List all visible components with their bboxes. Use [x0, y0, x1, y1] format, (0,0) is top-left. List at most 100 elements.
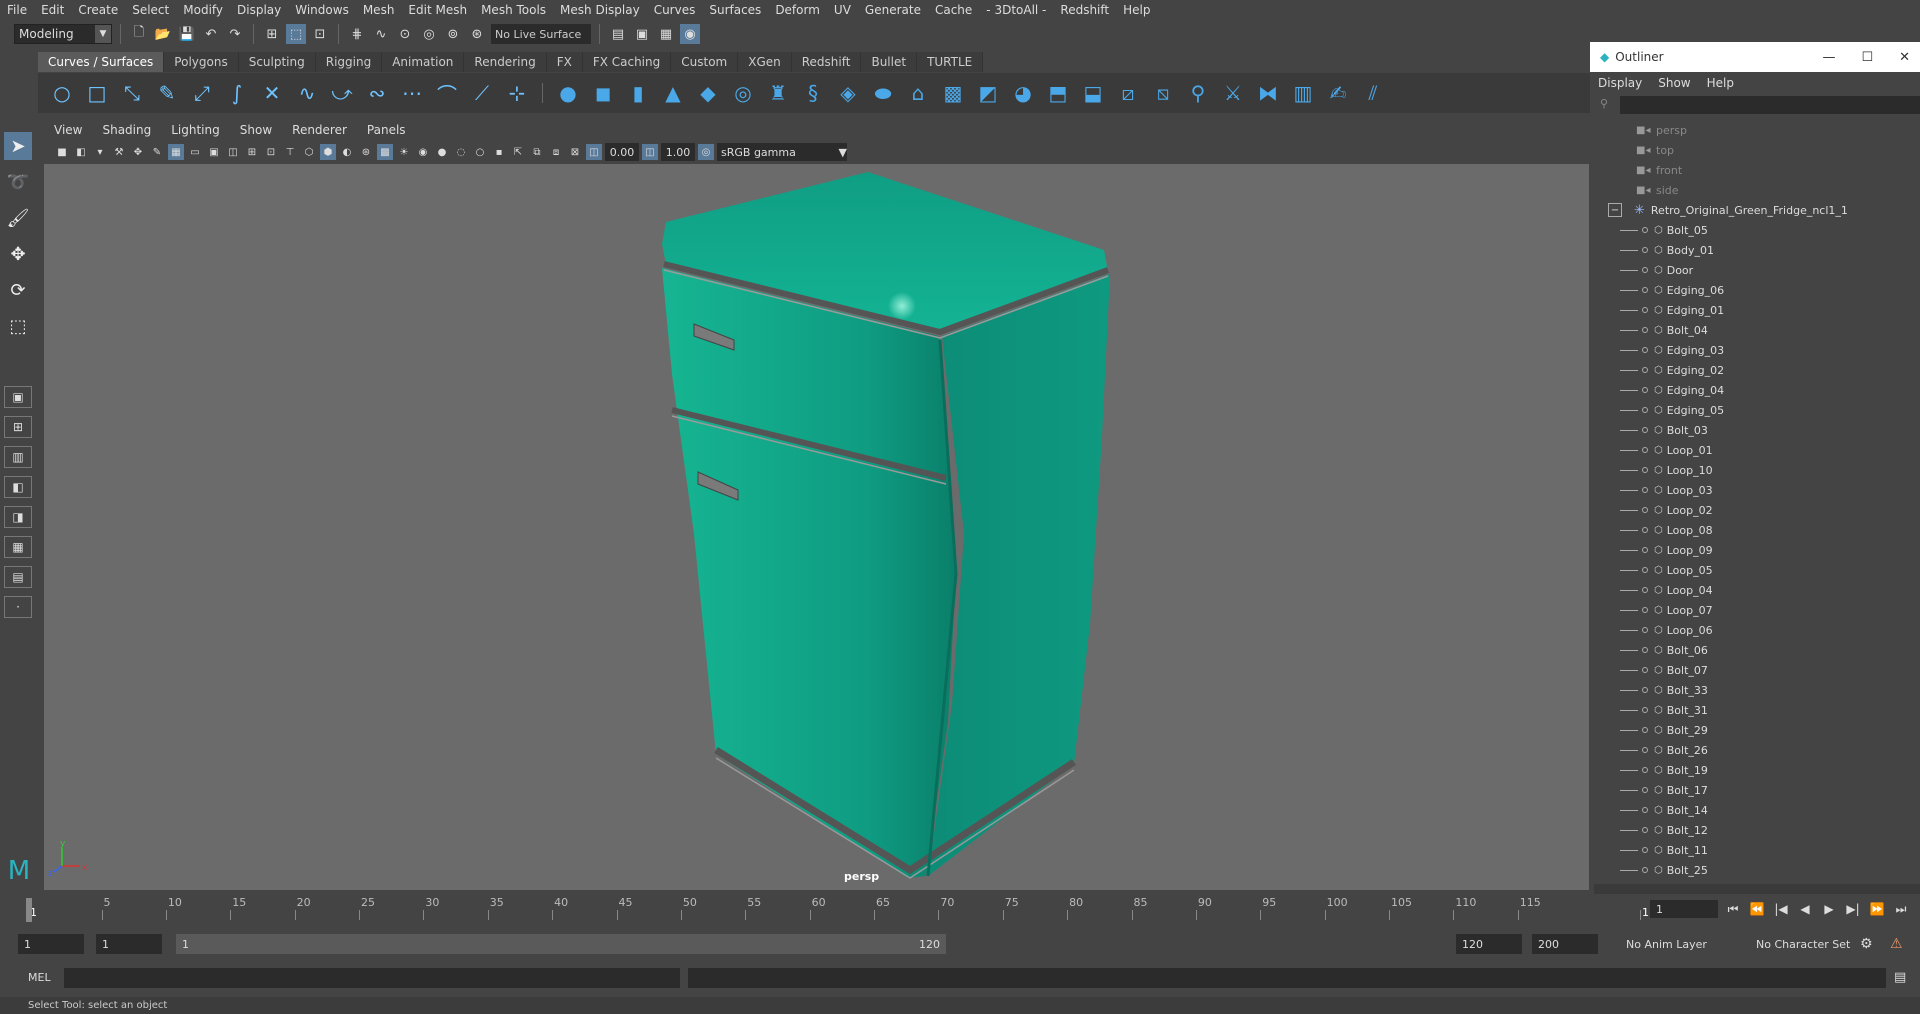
select-object-icon[interactable]: ⬚: [286, 24, 306, 44]
expand-icon[interactable]: [1642, 607, 1648, 613]
outliner-item[interactable]: ⬡ Loop_03: [1594, 480, 1920, 500]
extrude-icon[interactable]: ⬬: [869, 79, 897, 107]
shelf-tab-rendering[interactable]: Rendering: [464, 52, 547, 72]
expand-icon[interactable]: [1642, 487, 1648, 493]
color-management-icon[interactable]: ◎: [698, 144, 714, 160]
bevel-icon[interactable]: ◕: [1009, 79, 1037, 107]
range-bar[interactable]: 1 120: [176, 934, 946, 954]
gamma-field[interactable]: 1.00: [661, 143, 695, 161]
resolution-gate-icon[interactable]: ▣: [206, 144, 222, 160]
side-by-side-icon[interactable]: ▥: [4, 446, 32, 468]
default-material-icon[interactable]: ◐: [339, 144, 355, 160]
shadows-icon[interactable]: ◉: [415, 144, 431, 160]
expand-icon[interactable]: [1642, 547, 1648, 553]
viewport-menu-show[interactable]: Show: [230, 123, 282, 137]
nurbs-cylinder-icon[interactable]: ▮: [624, 79, 652, 107]
rotate-tool-icon[interactable]: ⟳: [4, 276, 32, 304]
menu-mesh-display[interactable]: Mesh Display: [553, 3, 647, 17]
textured-icon[interactable]: ▩: [377, 144, 393, 160]
outliner-camera-side[interactable]: ■◂ side: [1594, 180, 1920, 200]
step-back-key-icon[interactable]: ⏪: [1748, 902, 1766, 916]
outliner-item[interactable]: ⬡ Bolt_11: [1594, 840, 1920, 860]
outliner-item[interactable]: ⬡ Door: [1594, 260, 1920, 280]
current-frame-field[interactable]: 1: [1650, 900, 1718, 918]
outliner-item[interactable]: ⬡ Bolt_33: [1594, 680, 1920, 700]
script-editor-icon[interactable]: ▤: [1894, 970, 1906, 985]
expand-icon[interactable]: [1642, 407, 1648, 413]
xray-components-icon[interactable]: ⊠: [567, 144, 583, 160]
expand-icon[interactable]: [1642, 707, 1648, 713]
snap-grid-icon[interactable]: ⋕: [347, 24, 367, 44]
snap-point-icon[interactable]: ⊙: [395, 24, 415, 44]
2d-pan-icon[interactable]: ✥: [130, 144, 146, 160]
rebuild-surface-icon[interactable]: ⫽: [1359, 79, 1387, 107]
nurbs-plane-icon[interactable]: ◆: [694, 79, 722, 107]
outliner-item[interactable]: ⬡ Bolt_14: [1594, 800, 1920, 820]
expand-icon[interactable]: [1642, 287, 1648, 293]
menu-3dtoall[interactable]: - 3DtoAll -: [979, 3, 1053, 17]
viewport-menu-view[interactable]: View: [44, 123, 92, 137]
snap-curve-icon[interactable]: ∿: [371, 24, 391, 44]
outliner-item[interactable]: ⬡ Bolt_17: [1594, 780, 1920, 800]
viewport-menu-lighting[interactable]: Lighting: [161, 123, 230, 137]
go-to-end-icon[interactable]: ⏭: [1892, 902, 1910, 917]
outliner-item[interactable]: ⬡ Loop_05: [1594, 560, 1920, 580]
outliner-item[interactable]: ⬡ Bolt_25: [1594, 860, 1920, 880]
move-tool-icon[interactable]: ✥: [4, 240, 32, 268]
outliner-menu-help[interactable]: Help: [1699, 76, 1742, 90]
time-slider[interactable]: 1 5 10 15 20 25 30 35 40 45 50 55 60 65 70 75 80 85 90 95 10…: [20, 894, 1649, 924]
menu-deform[interactable]: Deform: [768, 3, 827, 17]
outliner-item[interactable]: ⬡ Body_01: [1594, 240, 1920, 260]
outliner-item[interactable]: ⬡ Edging_01: [1594, 300, 1920, 320]
curve-extend-icon[interactable]: ⟋: [468, 79, 496, 107]
menu-modify[interactable]: Modify: [176, 3, 230, 17]
open-close-icon[interactable]: ▥: [1289, 79, 1317, 107]
expand-icon[interactable]: [1642, 227, 1648, 233]
shelf-tab-polygons[interactable]: Polygons: [164, 52, 239, 72]
four-view-icon[interactable]: ⊞: [4, 416, 32, 438]
outliner-item[interactable]: ⬡ Bolt_06: [1594, 640, 1920, 660]
gate-mask-icon[interactable]: ◫: [225, 144, 241, 160]
more-layouts-icon[interactable]: ·: [4, 596, 32, 618]
collapse-icon[interactable]: −: [1608, 203, 1622, 217]
open-scene-icon[interactable]: 📂: [153, 24, 173, 44]
xray-joints-icon[interactable]: ⧈: [548, 144, 564, 160]
expand-icon[interactable]: [1642, 347, 1648, 353]
outliner-item[interactable]: ⬡ Loop_10: [1594, 460, 1920, 480]
menu-file[interactable]: File: [0, 3, 34, 17]
menu-help[interactable]: Help: [1116, 3, 1157, 17]
smooth-shade-icon[interactable]: ⬢: [320, 144, 336, 160]
outliner-camera-persp[interactable]: ■◂ persp: [1594, 120, 1920, 140]
shelf-tab-bullet[interactable]: Bullet: [861, 52, 918, 72]
square-surface-icon[interactable]: ◩: [974, 79, 1002, 107]
nurbs-sphere-icon[interactable]: ●: [554, 79, 582, 107]
shelf-tab-xgen[interactable]: XGen: [738, 52, 792, 72]
expand-icon[interactable]: [1642, 807, 1648, 813]
untrim-icon[interactable]: ⧅: [1149, 79, 1177, 107]
menu-surfaces[interactable]: Surfaces: [702, 3, 768, 17]
align-surface-icon[interactable]: ⧓: [1254, 79, 1282, 107]
hypershade-layout-icon[interactable]: ▦: [4, 536, 32, 558]
xray-icon[interactable]: ⧉: [529, 144, 545, 160]
menu-cache[interactable]: Cache: [928, 3, 979, 17]
select-tool-icon[interactable]: ➤: [4, 132, 32, 160]
select-component-icon[interactable]: ⊡: [310, 24, 330, 44]
intersect-surface-icon[interactable]: ⬓: [1079, 79, 1107, 107]
wireframe-on-shaded-icon[interactable]: ⊛: [358, 144, 374, 160]
mode-selector[interactable]: Modeling ▼: [14, 24, 112, 44]
select-hierarchy-icon[interactable]: ⊞: [262, 24, 282, 44]
shelf-tab-animation[interactable]: Animation: [382, 52, 465, 72]
current-time-marker[interactable]: [26, 898, 32, 922]
motion-blur-icon[interactable]: ◌: [453, 144, 469, 160]
anim-layer-select[interactable]: No Anim Layer: [1620, 934, 1744, 954]
expand-icon[interactable]: [1642, 587, 1648, 593]
ep-curve-icon[interactable]: ⤢: [188, 79, 216, 107]
expand-icon[interactable]: [1642, 647, 1648, 653]
expand-icon[interactable]: [1642, 727, 1648, 733]
menu-select[interactable]: Select: [125, 3, 176, 17]
shelf-tab-curves-surfaces[interactable]: Curves / Surfaces: [38, 52, 165, 72]
playback-start-field[interactable]: 1: [96, 934, 162, 954]
outliner-item[interactable]: ⬡ Loop_08: [1594, 520, 1920, 540]
play-back-icon[interactable]: ◀: [1796, 902, 1814, 916]
nurbs-cone-icon[interactable]: ▲: [659, 79, 687, 107]
